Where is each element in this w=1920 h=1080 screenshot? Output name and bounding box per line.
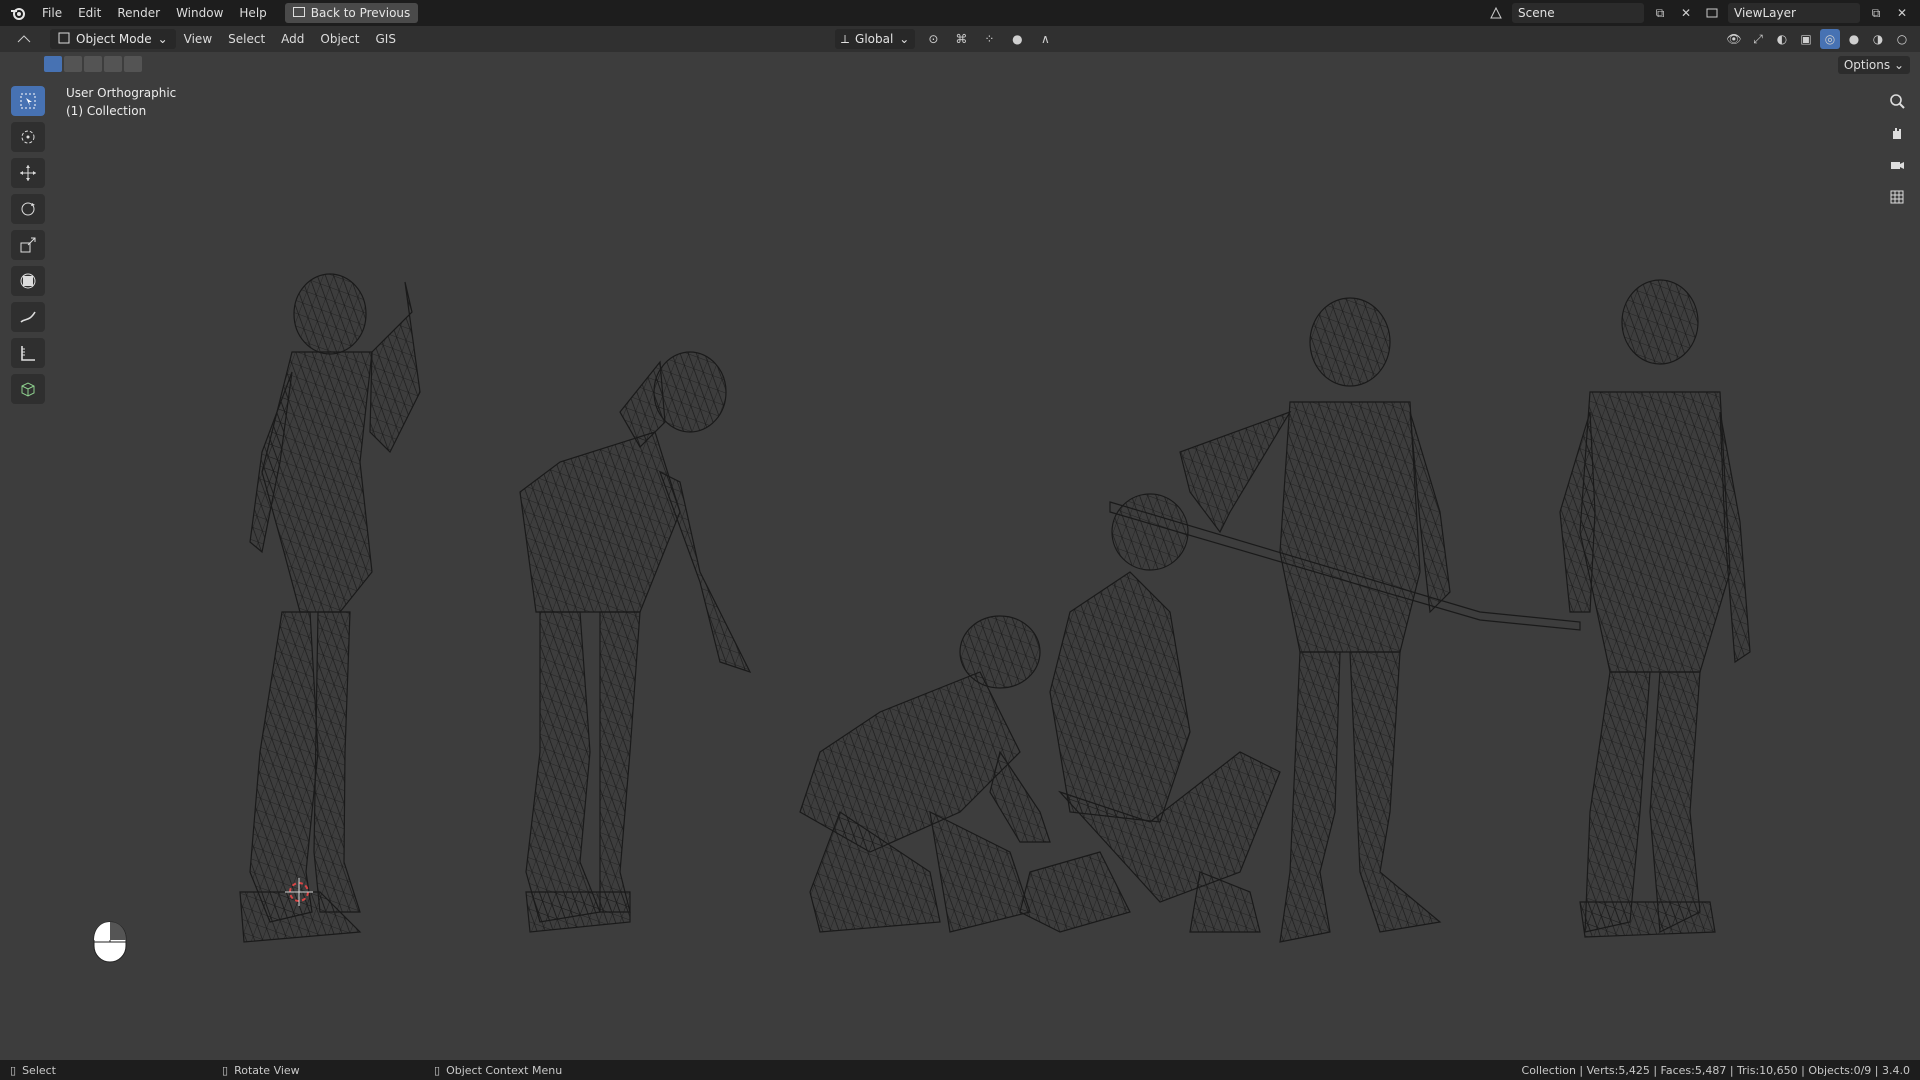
wireframe-shading-icon[interactable]: ◎ (1820, 29, 1840, 49)
mode-label: Object Mode (76, 32, 152, 46)
view-name: User Orthographic (66, 86, 177, 100)
scene-name: Scene (1518, 6, 1555, 20)
rotate-icon[interactable] (11, 194, 45, 224)
mouse-left-icon: ▯ (10, 1063, 17, 1077)
figure-3-crouching (799, 615, 1051, 933)
selection-mode-buttons[interactable] (44, 56, 142, 72)
menu-object[interactable]: Object (312, 26, 367, 52)
measure-icon[interactable] (11, 338, 45, 368)
hint-rotate-label: Rotate View (234, 1063, 300, 1077)
orientation-icon: ⟂ (841, 31, 850, 46)
menu-select[interactable]: Select (220, 26, 273, 52)
hint-context-label: Object Context Menu (446, 1063, 563, 1077)
view-layer-name: ViewLayer (1734, 6, 1796, 20)
scene-statistics: Collection | Verts:5,425 | Faces:5,487 |… (1521, 1063, 1910, 1077)
figure-1-standing (239, 273, 421, 943)
pivot-icon[interactable]: ⊙ (923, 29, 943, 49)
select-invert-icon[interactable] (104, 56, 122, 72)
editor-type-icon[interactable] (14, 29, 34, 49)
select-intersect-icon[interactable] (124, 56, 142, 72)
material-shading-icon[interactable]: ◑ (1868, 29, 1888, 49)
mode-selector[interactable]: Object Mode ⌄ (50, 29, 176, 49)
select-new-icon[interactable] (44, 56, 62, 72)
orientation-label: Global (855, 32, 894, 46)
cursor-icon[interactable] (11, 122, 45, 152)
overlay-icon[interactable]: ◐ (1772, 29, 1792, 49)
scene-selector[interactable]: Scene (1512, 3, 1644, 23)
toolbar (8, 86, 48, 404)
hint-select: ▯ Select (10, 1064, 56, 1077)
scale-icon[interactable] (11, 230, 45, 260)
select-box-icon[interactable] (11, 86, 45, 116)
scene-type-icon[interactable] (1486, 3, 1506, 23)
menu-view[interactable]: View (176, 26, 220, 52)
back-to-previous-button[interactable]: Back to Previous (284, 3, 419, 23)
back-button-label: Back to Previous (310, 6, 411, 20)
back-screen-icon (292, 6, 305, 20)
mouse-indicator-icon (92, 920, 128, 967)
new-scene-icon[interactable]: ⧉ (1650, 3, 1670, 23)
falloff-icon[interactable]: ∧ (1035, 29, 1055, 49)
menu-add[interactable]: Add (273, 26, 312, 52)
select-extend-icon[interactable] (64, 56, 82, 72)
navigation-gizmo (1884, 88, 1910, 210)
menu-render[interactable]: Render (109, 0, 168, 26)
menu-help[interactable]: Help (231, 0, 274, 26)
mouse-right-icon: ▯ (434, 1063, 441, 1077)
chevron-down-icon: ⌄ (899, 32, 910, 46)
solid-shading-icon[interactable]: ● (1844, 29, 1864, 49)
figure-2-leaning (519, 351, 752, 933)
camera-icon[interactable] (1884, 152, 1910, 178)
menu-file[interactable]: File (34, 0, 70, 26)
3d-viewport[interactable]: Options ⌄ User Orthographic (1) Collecti… (0, 52, 1920, 1060)
figure-5-standing-rod (1109, 297, 1581, 943)
close-scene-icon[interactable]: ✕ (1676, 3, 1696, 23)
new-view-layer-icon[interactable]: ⧉ (1866, 3, 1886, 23)
close-view-layer-icon[interactable]: ✕ (1892, 3, 1912, 23)
rendered-shading-icon[interactable]: ○ (1892, 29, 1912, 49)
transform-icon[interactable] (11, 266, 45, 296)
add-cube-icon[interactable] (11, 374, 45, 404)
menu-window[interactable]: Window (168, 0, 231, 26)
options-label: Options (1843, 58, 1891, 72)
hint-rotate: ▯ Rotate View (222, 1064, 300, 1077)
view-layer-selector[interactable]: ViewLayer (1728, 3, 1860, 23)
blender-logo-icon[interactable] (8, 3, 28, 23)
gizmo-icon[interactable]: ⤢ (1748, 29, 1768, 49)
pan-hand-icon[interactable] (1884, 120, 1910, 146)
viewport-header: Object Mode ⌄ View Select Add Object GIS… (0, 26, 1920, 52)
select-subtract-icon[interactable] (84, 56, 102, 72)
snap-icon[interactable]: ⌘ (951, 29, 971, 49)
wireframe-models (239, 273, 1751, 943)
top-bar: File Edit Render Window Help Back to Pre… (0, 0, 1920, 26)
annotate-icon[interactable] (11, 302, 45, 332)
hint-context: ▯ Object Context Menu (434, 1064, 562, 1077)
status-bar: ▯ Select ▯ Rotate View ▯ Object Context … (0, 1060, 1920, 1080)
3d-cursor-icon (285, 878, 313, 906)
proportional-edit-icon[interactable]: ● (1007, 29, 1027, 49)
hint-select-label: Select (22, 1063, 56, 1077)
figure-4-kneeling (1019, 493, 1281, 933)
collection-label: (1) Collection (66, 104, 147, 118)
chevron-down-icon: ⌄ (157, 32, 168, 46)
mouse-middle-icon: ▯ (222, 1063, 229, 1077)
move-icon[interactable] (11, 158, 45, 188)
snap-grid-icon[interactable]: ⁘ (979, 29, 999, 49)
options-button[interactable]: Options ⌄ (1837, 56, 1910, 74)
grid-icon[interactable] (1884, 184, 1910, 210)
object-mode-icon (58, 32, 70, 47)
xray-icon[interactable]: ▣ (1796, 29, 1816, 49)
figure-6-standing (1559, 279, 1751, 938)
visibility-icon[interactable]: 👁 (1724, 29, 1744, 49)
menu-gis[interactable]: GIS (368, 26, 404, 52)
zoom-icon[interactable] (1884, 88, 1910, 114)
view-layer-icon[interactable] (1702, 3, 1722, 23)
menu-edit[interactable]: Edit (70, 0, 109, 26)
orientation-selector[interactable]: ⟂ Global ⌄ (835, 29, 916, 49)
